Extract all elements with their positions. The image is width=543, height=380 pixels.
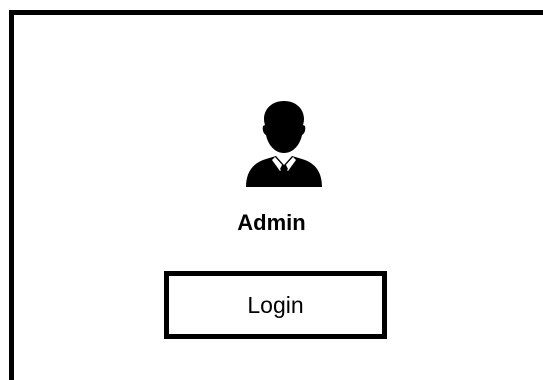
- login-button[interactable]: Login: [164, 271, 387, 339]
- user-role-label: Admin: [237, 210, 306, 235]
- user-tie-icon: [242, 99, 326, 187]
